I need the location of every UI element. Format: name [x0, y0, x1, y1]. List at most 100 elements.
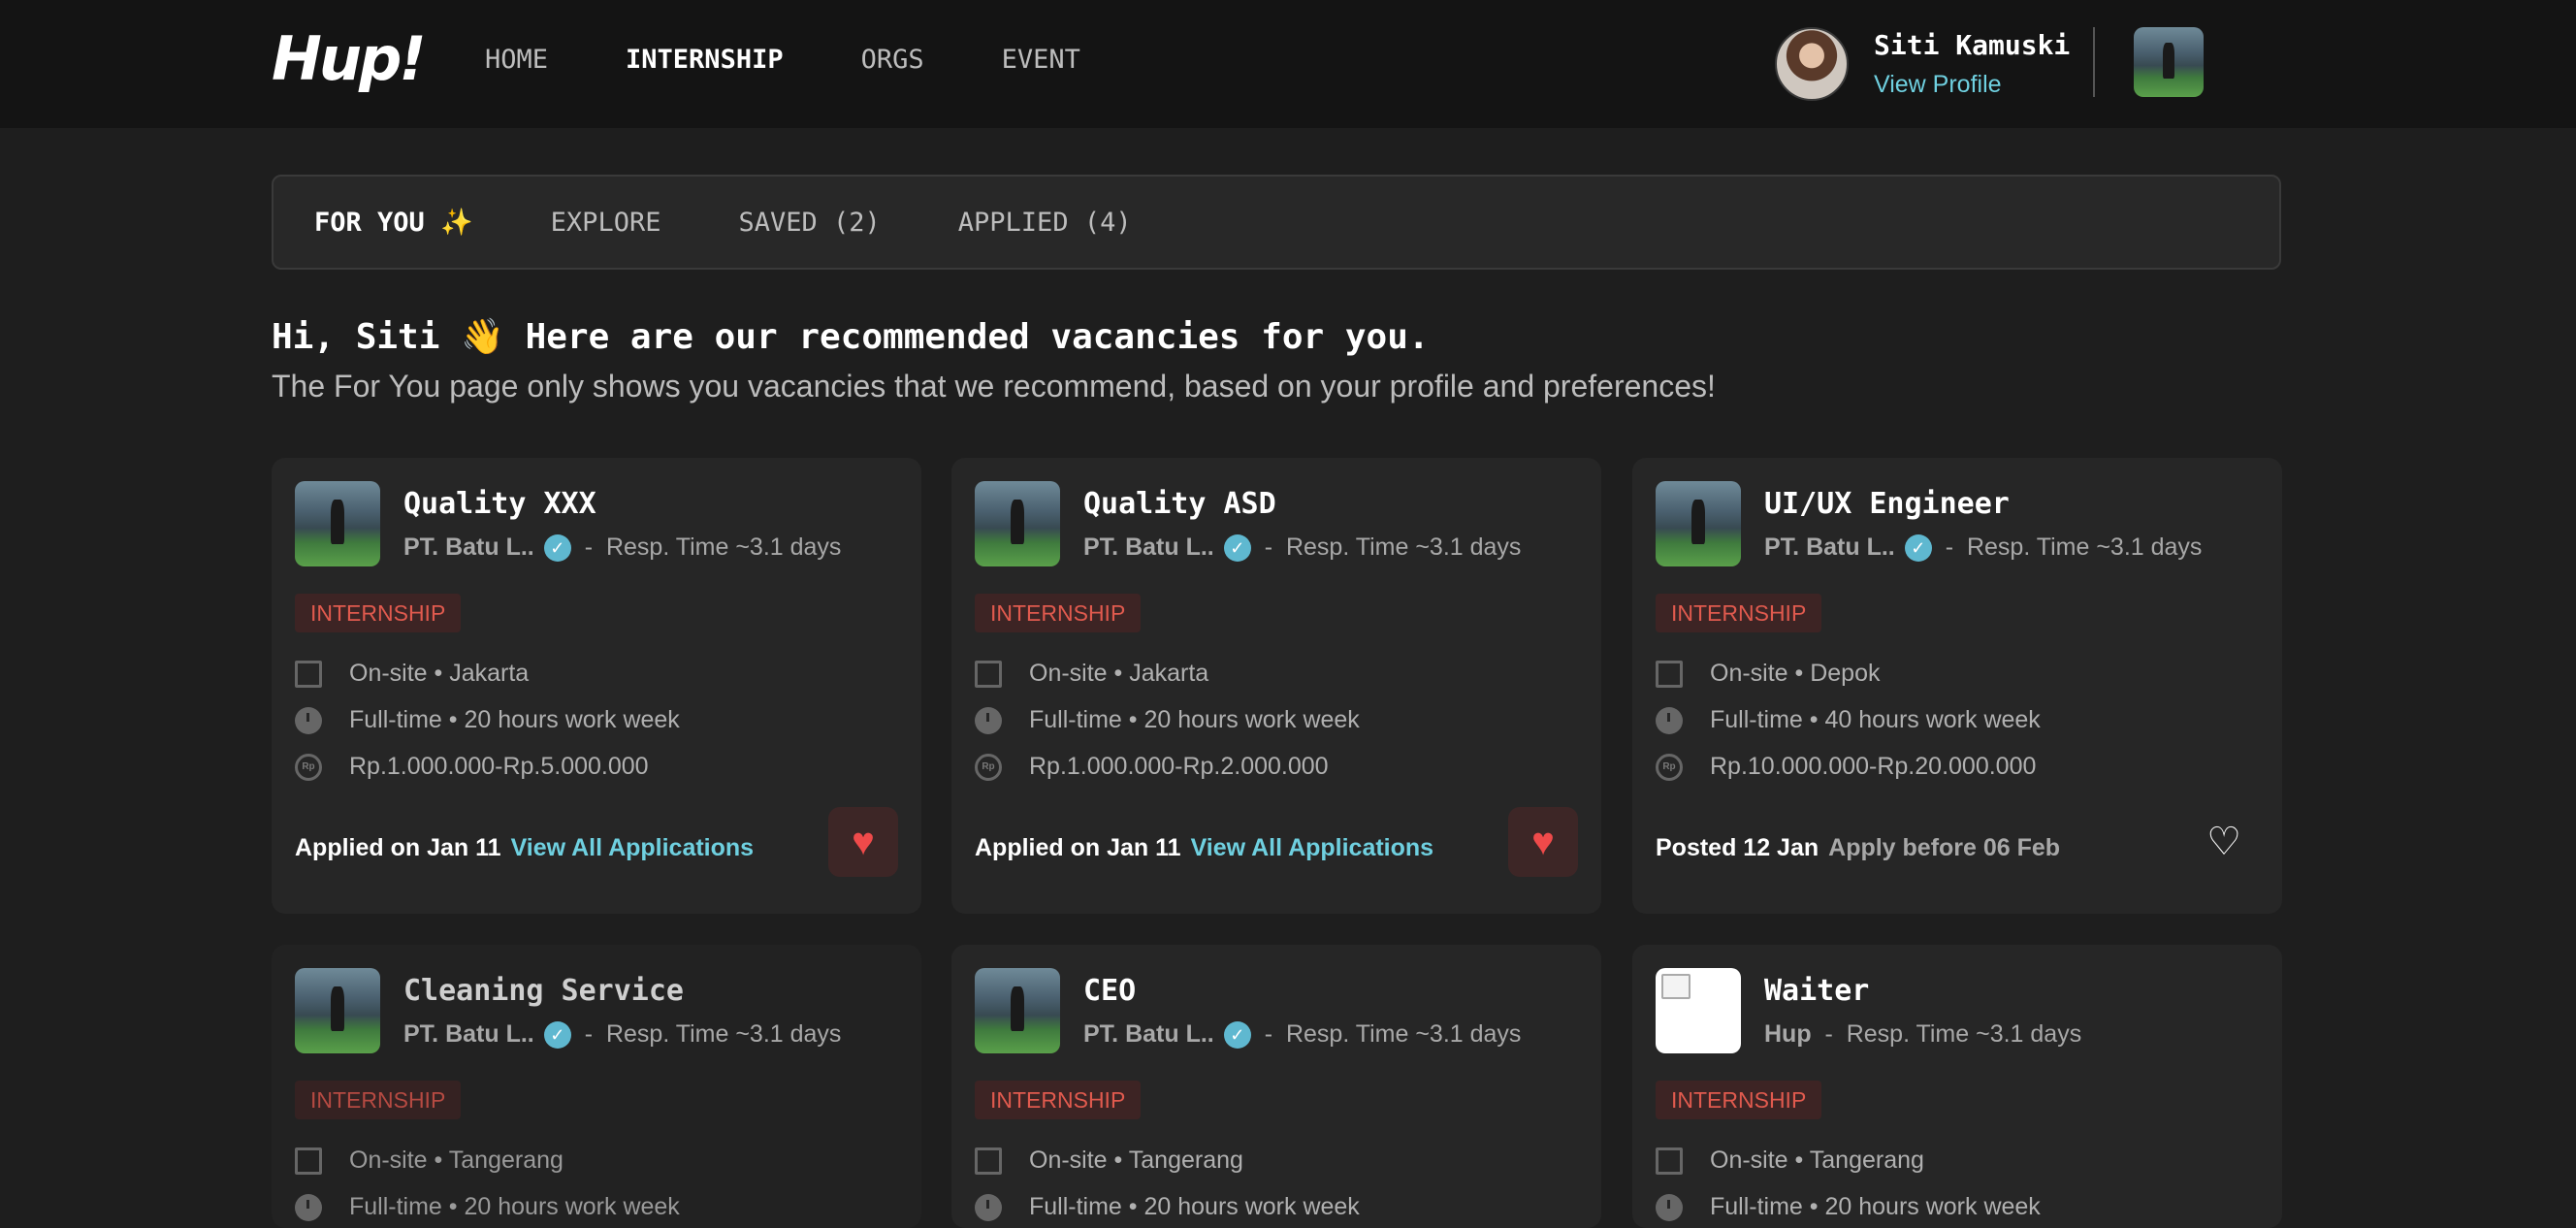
heart-icon[interactable]: ♡: [2189, 807, 2259, 877]
location-text: On-site • Jakarta: [349, 660, 530, 687]
profile-divider: [2093, 27, 2095, 97]
user-name: Siti Kamuski: [1874, 29, 2071, 61]
separator: -: [1811, 1020, 1847, 1048]
response-time: Resp. Time ~3.1 days: [1966, 533, 2203, 561]
heart-icon[interactable]: ♥: [828, 807, 898, 877]
vacancy-card[interactable]: Waiter Hup - Resp. Time ~3.1 days INTERN…: [1632, 945, 2282, 1228]
company-logo: [295, 481, 380, 566]
company-line: PT. Batu L.. ✓ - Resp. Time ~3.1 days: [403, 533, 841, 562]
nav-event[interactable]: EVENT: [1002, 45, 1080, 75]
main-nav: HOME INTERNSHIP ORGS EVENT: [485, 45, 1080, 75]
location-text: On-site • Depok: [1710, 660, 1881, 687]
nav-internship[interactable]: INTERNSHIP: [626, 45, 784, 75]
vacancy-title[interactable]: Waiter: [1764, 974, 1869, 1008]
company-line: PT. Batu L.. ✓ - Resp. Time ~3.1 days: [1764, 533, 2202, 562]
rupiah-icon: Rp: [1656, 753, 1683, 781]
clock-icon: [975, 1193, 1002, 1221]
company-name: PT. Batu L..: [1764, 533, 1895, 561]
response-time: Resp. Time ~3.1 days: [1285, 1020, 1522, 1048]
location-text: On-site • Tangerang: [1710, 1147, 1924, 1174]
location-row: On-site • Tangerang: [1656, 1147, 1924, 1175]
location-text: On-site • Tangerang: [349, 1147, 564, 1174]
vacancy-card[interactable]: Cleaning Service PT. Batu L.. ✓ - Resp. …: [272, 945, 921, 1228]
user-avatar[interactable]: [1775, 27, 1849, 101]
page-subtitle: The For You page only shows you vacancie…: [272, 369, 1716, 404]
view-applications-link[interactable]: View All Applications: [511, 834, 755, 862]
company-name: PT. Batu L..: [403, 1020, 534, 1048]
nav-orgs[interactable]: ORGS: [861, 45, 924, 75]
response-time: Resp. Time ~3.1 days: [605, 533, 842, 561]
time-row: Full-time • 20 hours work week: [975, 706, 1360, 734]
vacancy-title[interactable]: Quality ASD: [1083, 487, 1276, 521]
type-badge: INTERNSHIP: [295, 594, 462, 632]
response-time: Resp. Time ~3.1 days: [1846, 1020, 2082, 1048]
separator: -: [1264, 533, 1286, 561]
building-icon: [1656, 1147, 1683, 1175]
vacancy-card[interactable]: UI/UX Engineer PT. Batu L.. ✓ - Resp. Ti…: [1632, 458, 2282, 914]
location-text: On-site • Jakarta: [1029, 660, 1209, 687]
response-time: Resp. Time ~3.1 days: [605, 1020, 842, 1048]
company-name: PT. Batu L..: [1083, 533, 1214, 561]
hup-logo[interactable]: Hup!: [272, 23, 427, 94]
clock-icon: [295, 706, 322, 734]
vacancy-title[interactable]: Cleaning Service: [403, 974, 684, 1008]
heart-icon[interactable]: ♥: [1508, 807, 1578, 877]
time-text: Full-time • 20 hours work week: [349, 706, 680, 733]
check-badge-icon: ✓: [1904, 533, 1932, 562]
view-applications-link[interactable]: View All Applications: [1191, 834, 1434, 862]
tab-explore[interactable]: EXPLORE: [551, 208, 661, 238]
broken-image-icon: [1656, 968, 1741, 1053]
company-line: PT. Batu L.. ✓ - Resp. Time ~3.1 days: [1083, 1020, 1521, 1049]
vacancy-card[interactable]: Quality ASD PT. Batu L.. ✓ - Resp. Time …: [951, 458, 1601, 914]
check-badge-icon: ✓: [543, 533, 571, 562]
org-avatar[interactable]: [2134, 27, 2204, 97]
clock-icon: [1656, 1193, 1683, 1221]
salary-row: Rp Rp.1.000.000-Rp.2.000.000: [975, 753, 1329, 781]
time-row: Full-time • 40 hours work week: [1656, 706, 2041, 734]
separator: -: [1945, 533, 1967, 561]
clock-icon: [975, 706, 1002, 734]
rupiah-icon: Rp: [295, 753, 322, 781]
type-badge: INTERNSHIP: [975, 1081, 1142, 1119]
separator: -: [584, 1020, 606, 1048]
company-line: PT. Batu L.. ✓ - Resp. Time ~3.1 days: [1083, 533, 1521, 562]
salary-row: Rp Rp.1.000.000-Rp.5.000.000: [295, 753, 649, 781]
company-name: Hup: [1764, 1020, 1812, 1048]
top-navbar: Hup! HOME INTERNSHIP ORGS EVENT Siti Kam…: [0, 0, 2576, 128]
building-icon: [1656, 660, 1683, 688]
clock-icon: [1656, 706, 1683, 734]
time-text: Full-time • 40 hours work week: [1710, 706, 2041, 733]
company-logo: [1656, 481, 1741, 566]
card-footer: Posted 12 Jan Apply before 06 Feb: [1656, 834, 2060, 862]
card-footer: Applied on Jan 11 View All Applications: [975, 834, 1433, 862]
time-text: Full-time • 20 hours work week: [349, 1193, 680, 1220]
tab-applied[interactable]: APPLIED (4): [958, 208, 1132, 238]
type-badge: INTERNSHIP: [975, 594, 1142, 632]
greeting-heading: Hi, Siti 👋 Here are our recommended vaca…: [272, 317, 1430, 357]
tab-for-you[interactable]: FOR YOU ✨: [314, 207, 473, 238]
salary-row: Rp Rp.10.000.000-Rp.20.000.000: [1656, 753, 2036, 781]
company-logo: [975, 481, 1060, 566]
card-footer: Applied on Jan 11 View All Applications: [295, 834, 754, 862]
vacancy-tabs: FOR YOU ✨ EXPLORE SAVED (2) APPLIED (4): [272, 175, 2281, 270]
vacancy-title[interactable]: UI/UX Engineer: [1764, 487, 2010, 521]
view-profile-link[interactable]: View Profile: [1874, 71, 2070, 99]
tab-saved[interactable]: SAVED (2): [738, 208, 880, 238]
building-icon: [295, 1147, 322, 1175]
company-line: Hup - Resp. Time ~3.1 days: [1764, 1020, 2081, 1049]
separator: -: [1264, 1020, 1286, 1048]
location-text: On-site • Tangerang: [1029, 1147, 1243, 1174]
time-text: Full-time • 20 hours work week: [1029, 706, 1360, 733]
check-badge-icon: ✓: [1223, 1020, 1251, 1049]
time-text: Full-time • 20 hours work week: [1029, 1193, 1360, 1220]
type-badge: INTERNSHIP: [295, 1081, 462, 1119]
vacancy-title[interactable]: Quality XXX: [403, 487, 596, 521]
vacancy-card[interactable]: CEO PT. Batu L.. ✓ - Resp. Time ~3.1 day…: [951, 945, 1601, 1228]
vacancy-card[interactable]: Quality XXX PT. Batu L.. ✓ - Resp. Time …: [272, 458, 921, 914]
type-badge: INTERNSHIP: [1656, 1081, 1822, 1119]
nav-home[interactable]: HOME: [485, 45, 548, 75]
vacancy-title[interactable]: CEO: [1083, 974, 1136, 1008]
time-row: Full-time • 20 hours work week: [975, 1193, 1360, 1221]
apply-deadline: Apply before 06 Feb: [1828, 834, 2061, 861]
building-icon: [975, 1147, 1002, 1175]
